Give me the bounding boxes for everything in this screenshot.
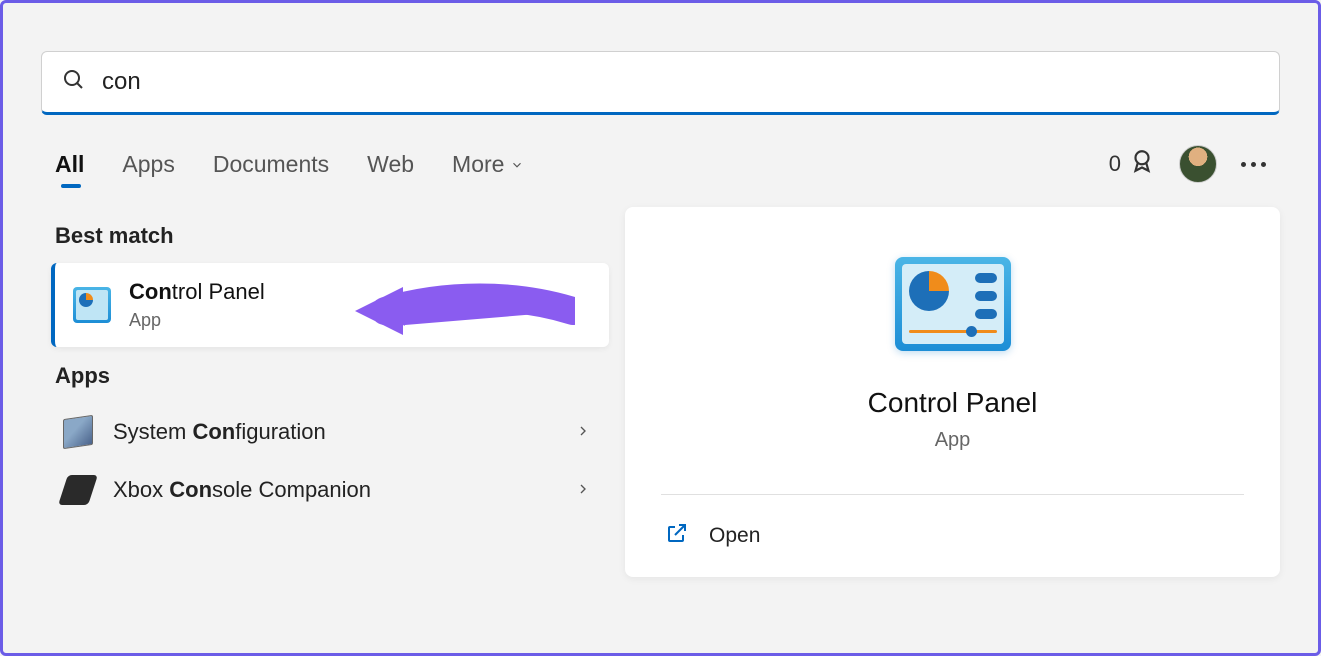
more-menu-icon[interactable]	[1241, 162, 1266, 167]
preview-title: Control Panel	[868, 387, 1038, 419]
chevron-down-icon	[510, 151, 524, 178]
annotation-arrow	[355, 281, 575, 341]
filter-row: All Apps Documents Web More 0	[3, 115, 1318, 189]
search-input[interactable]	[102, 68, 1259, 96]
app-result-label: Xbox Console Companion	[113, 477, 371, 503]
tab-documents[interactable]: Documents	[213, 151, 329, 178]
system-configuration-icon	[63, 415, 93, 449]
app-result-label: System Configuration	[113, 419, 326, 445]
control-panel-icon-large	[895, 257, 1011, 351]
user-avatar[interactable]	[1179, 145, 1217, 183]
tab-all[interactable]: All	[55, 151, 84, 178]
tab-apps[interactable]: Apps	[122, 151, 174, 178]
preview-pane: Control Panel App Open	[625, 207, 1280, 577]
app-result-system-configuration[interactable]: System Configuration	[51, 403, 609, 461]
best-match-title: Control Panel	[129, 279, 265, 305]
xbox-console-icon	[58, 475, 98, 505]
preview-subtitle: App	[935, 429, 971, 452]
search-bar[interactable]	[41, 51, 1280, 115]
medal-icon	[1129, 148, 1155, 180]
section-apps: Apps	[51, 347, 609, 403]
search-icon	[62, 68, 86, 97]
chevron-right-icon	[575, 477, 591, 503]
points-count: 0	[1109, 151, 1121, 177]
control-panel-icon	[73, 287, 111, 323]
open-button[interactable]: Open	[661, 495, 1244, 577]
section-best-match: Best match	[51, 207, 609, 263]
tab-more-label: More	[452, 151, 504, 178]
tab-web[interactable]: Web	[367, 151, 414, 178]
rewards-points[interactable]: 0	[1109, 148, 1155, 180]
chevron-right-icon	[575, 419, 591, 445]
filter-tabs: All Apps Documents Web More	[55, 151, 524, 178]
tab-more[interactable]: More	[452, 151, 524, 178]
app-result-xbox-console[interactable]: Xbox Console Companion	[51, 461, 609, 519]
best-match-subtitle: App	[129, 310, 265, 331]
open-label: Open	[709, 524, 760, 548]
open-external-icon	[665, 521, 689, 551]
best-match-result[interactable]: Control Panel App	[51, 263, 609, 347]
